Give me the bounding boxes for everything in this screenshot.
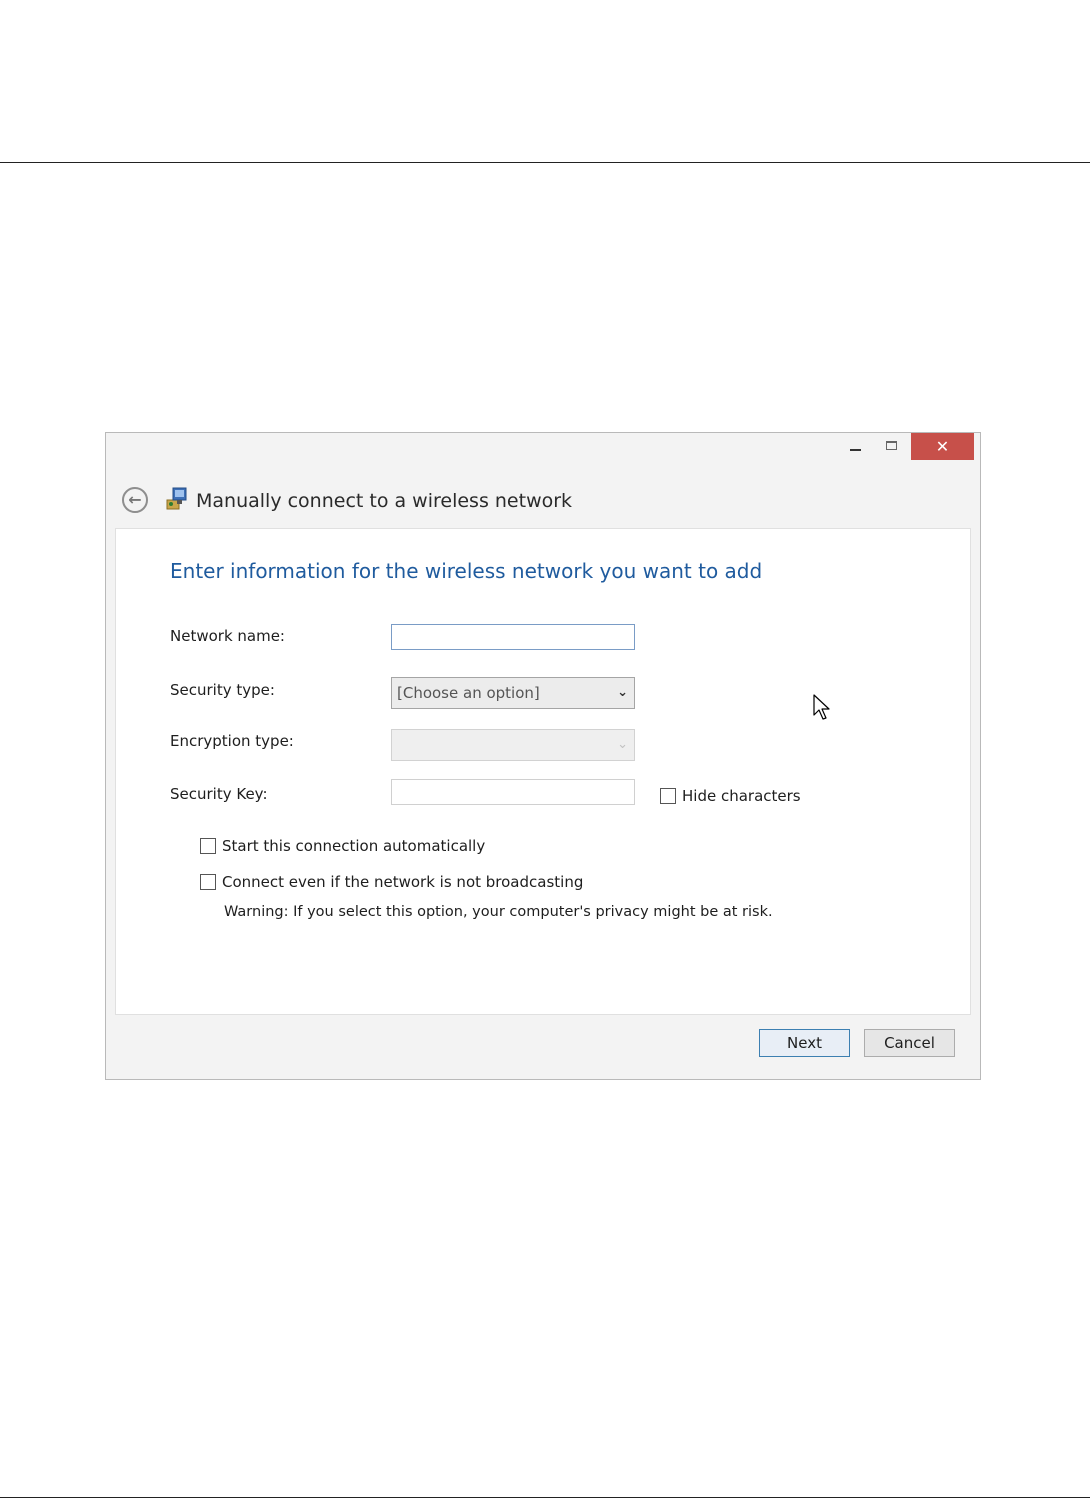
page-heading: Enter information for the wireless netwo… [170,559,763,583]
dialog-content: Enter information for the wireless netwo… [115,528,971,1015]
minimize-icon [850,449,861,451]
start-automatically-checkbox[interactable] [200,838,216,854]
maximize-icon [886,441,897,450]
security-key-input[interactable] [391,779,635,805]
close-button[interactable]: ✕ [911,433,974,460]
chevron-down-icon: ⌄ [617,685,628,700]
wireless-dialog: ✕ ← Manually connect to a wireless netwo… [105,432,981,1080]
security-type-label: Security type: [170,681,275,699]
connect-not-broadcasting-checkbox[interactable] [200,874,216,890]
page-bottom-rule [0,1497,1090,1498]
network-name-input[interactable] [391,624,635,650]
mouse-cursor-icon [813,694,830,720]
minimize-button[interactable] [844,433,868,460]
chevron-down-icon: ⌄ [617,737,628,752]
cancel-button[interactable]: Cancel [864,1029,955,1057]
back-arrow-icon: ← [128,490,142,509]
window-title: Manually connect to a wireless network [196,490,573,512]
hide-characters-checkbox[interactable] [660,788,676,804]
next-button[interactable]: Next [759,1029,850,1057]
maximize-button[interactable] [880,433,904,460]
security-type-value: [Choose an option] [397,684,540,702]
connect-not-broadcasting-label[interactable]: Connect even if the network is not broad… [222,872,583,892]
network-name-label: Network name: [170,627,285,645]
wireless-network-icon [166,487,187,510]
hide-characters-label[interactable]: Hide characters [682,786,801,806]
close-icon: ✕ [935,437,950,456]
start-automatically-label[interactable]: Start this connection automatically [222,836,485,856]
page-top-rule [0,162,1090,163]
privacy-warning: Warning: If you select this option, your… [224,904,773,920]
encryption-type-select: ⌄ [391,729,635,761]
back-button[interactable]: ← [122,487,148,513]
encryption-type-label: Encryption type: [170,732,294,750]
security-key-label: Security Key: [170,785,268,803]
security-type-select[interactable]: [Choose an option] ⌄ [391,677,635,709]
